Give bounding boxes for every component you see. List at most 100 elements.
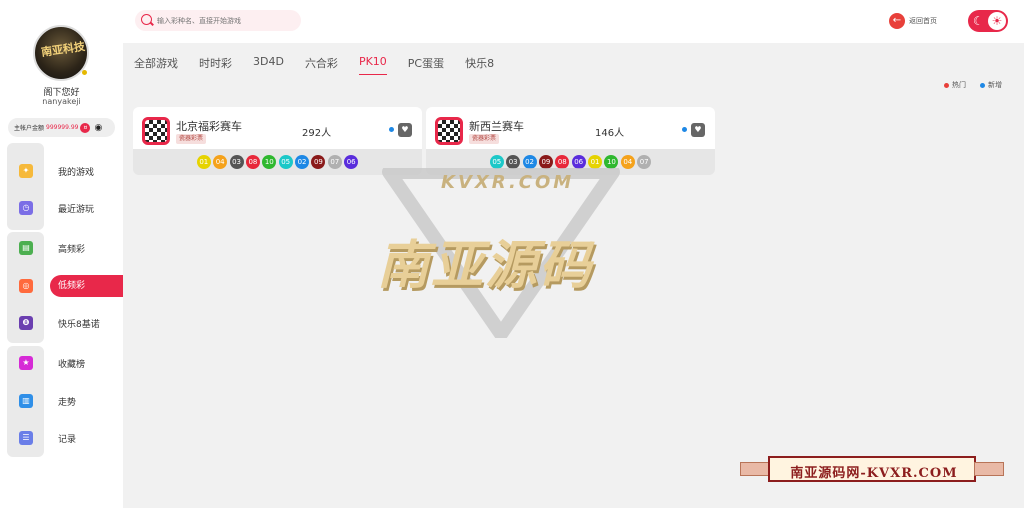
balance-label: 主帐户金额 [14,125,45,132]
lottery-icon: ◎ [19,279,33,293]
new-dot [980,82,985,88]
record-icon: ☰ [19,431,33,445]
game-icon: ✦ [19,164,33,178]
legend-hot: 热门 [952,81,966,89]
search-icon [141,14,152,25]
tab-pk10[interactable]: PK10 [358,55,387,75]
avatar[interactable]: 南亚科技 [33,25,89,81]
result-balls: 01 04 03 08 10 05 02 09 07 06 [133,155,422,169]
top-bar: ← 返回首页 ☾ ☀ [123,0,1024,43]
player-count: 146人 [595,128,625,139]
badge-text: 南亚源码网-KVXR.COM [790,466,958,481]
arrow-left-icon: ← [889,13,905,29]
watermark-badge: 南亚源码网-KVXR.COM [738,453,1006,485]
category-tabs: 全部游戏 时时彩 3D4D 六合彩 PK10 PC蛋蛋 快乐8 [134,55,515,75]
result-ball: 08 [245,155,260,169]
card-header: 北京福彩赛车 瓷器彩票 292人 ♥ [133,107,422,149]
game-tag: 瓷器彩票 [176,134,207,144]
hot-dot [944,82,949,88]
result-balls: 05 03 02 09 08 06 01 10 04 07 [426,155,715,169]
result-ball: 02 [522,155,537,169]
ornament-left [740,462,770,476]
game-card[interactable]: 北京福彩赛车 瓷器彩票 292人 ♥ 01 04 03 08 10 05 02 09 07 06 [133,107,422,175]
menu-label: 高频彩 [58,244,86,255]
menu-item-my-games[interactable]: ✦ 我的游戏 [0,160,123,182]
watermark: KVXR.COM 南亚源码 [375,168,655,343]
game-tag: 瓷器彩票 [469,134,500,144]
menu-label: 记录 [58,434,77,445]
tab-ssc[interactable]: 时时彩 [199,55,232,73]
card-header: 新西兰赛车 瓷器彩票 146人 ♥ [426,107,715,149]
menu-label: 收藏榜 [58,359,86,370]
back-home-label: 返回首页 [909,17,937,25]
result-ball: 03 [506,155,521,169]
menu-label: 低频彩 [50,275,123,297]
result-ball: 09 [311,155,326,169]
moon-icon: ☾ [973,14,984,28]
result-ball: 01 [588,155,603,169]
result-ball: 07 [637,155,652,169]
menu-item-recent[interactable]: ◷ 最近游玩 [0,197,123,219]
result-ball: 10 [262,155,277,169]
tab-all[interactable]: 全部游戏 [134,55,178,73]
menu-label: 走势 [58,397,77,408]
menu-item-favorites[interactable]: ★ 收藏榜 [0,352,123,374]
game-card[interactable]: 新西兰赛车 瓷器彩票 146人 ♥ 05 03 02 09 08 06 01 10 04 07 [426,107,715,175]
legend: 热门 新增 [944,80,1002,90]
result-ball: 04 [620,155,635,169]
result-ball: 04 [213,155,228,169]
menu-label: 最近游玩 [58,204,95,215]
result-ball: 02 [295,155,310,169]
ornament-right [974,462,1004,476]
menu-item-records[interactable]: ☰ 记录 [0,427,123,449]
watermark-small-text: KVXR.COM [441,172,575,193]
menu-item-low-freq[interactable]: ◎ 低频彩 [0,275,123,297]
menu-item-keno[interactable]: ❽ 快乐8基诺 [0,312,123,334]
back-home-button[interactable]: ← 返回首页 [889,12,937,30]
new-badge-dot [682,127,687,132]
theme-toggle[interactable]: ☾ ☀ [968,10,1008,32]
racing-flag-icon [142,117,170,145]
sun-icon: ☀ [988,12,1006,30]
result-ball: 07 [327,155,342,169]
tab-mark-six[interactable]: 六合彩 [305,55,338,73]
result-ball: 06 [344,155,359,169]
tab-pc-egg[interactable]: PC蛋蛋 [408,55,444,73]
chart-icon: ▥ [19,394,33,408]
keno-icon: ❽ [19,316,33,330]
tab-3d4d[interactable]: 3D4D [253,55,284,73]
badge-box: 南亚源码网-KVXR.COM [768,456,976,482]
player-count: 292人 [302,128,332,139]
balance-amount: 999999.99 [46,124,79,131]
coin-icon: ¤ [80,122,91,133]
game-name: 北京福彩赛车 [176,120,242,133]
menu-item-trend[interactable]: ▥ 走势 [0,390,123,412]
legend-new: 新增 [988,81,1002,89]
balance-bar: 主帐户金额 999999.99 ¤ ◉ [8,118,115,137]
watermark-big-text: 南亚源码 [377,235,594,296]
result-ball: 10 [604,155,619,169]
racing-flag-icon [435,117,463,145]
online-status-dot [82,70,87,75]
result-ball: 05 [278,155,293,169]
menu-item-high-freq[interactable]: ▤ 高频彩 [0,237,123,259]
avatar-logo-text: 南亚科技 [40,39,86,59]
game-name: 新西兰赛车 [469,120,524,133]
star-icon: ★ [19,356,33,370]
lottery-icon: ▤ [19,241,33,255]
result-ball: 06 [571,155,586,169]
menu-label: 快乐8基诺 [58,319,100,330]
eye-icon[interactable]: ◉ [94,123,102,133]
result-ball: 09 [538,155,553,169]
search-box[interactable] [135,10,301,31]
sidebar: 南亚科技 阁下您好 nanyakeji 主帐户金额 999999.99 ¤ ◉ … [0,0,123,508]
search-input[interactable] [157,13,297,28]
result-ball: 05 [489,155,504,169]
result-ball: 08 [555,155,570,169]
heart-icon[interactable]: ♥ [691,123,705,137]
result-ball: 01 [196,155,211,169]
tab-happy8[interactable]: 快乐8 [465,55,494,73]
heart-icon[interactable]: ♥ [398,123,412,137]
clock-icon: ◷ [19,201,33,215]
menu-label: 我的游戏 [58,167,95,178]
